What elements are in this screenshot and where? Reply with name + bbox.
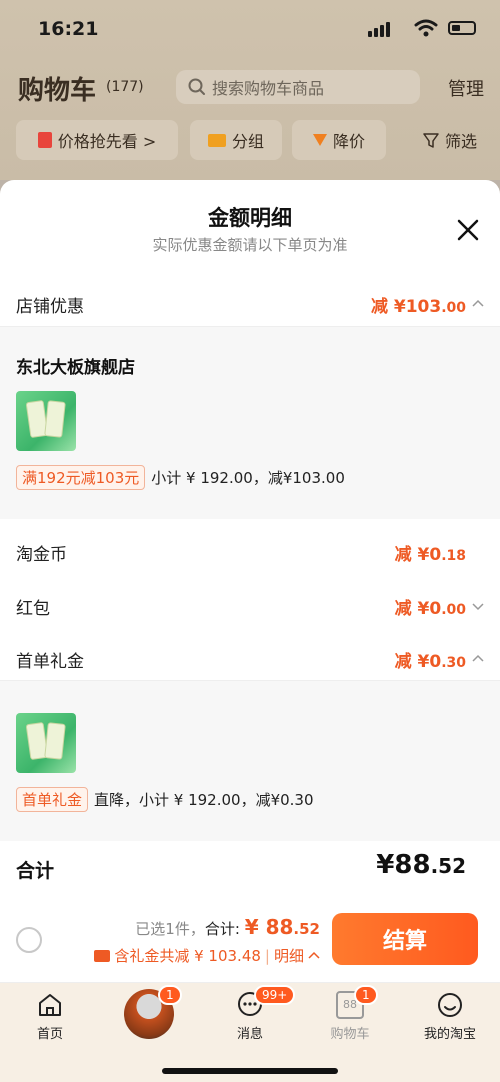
gift-text: 直降，小计 ¥ 192.00，减¥0.30 <box>94 791 314 809</box>
avatar-badge: 1 <box>158 985 182 1005</box>
shop-discount-label: 店铺优惠 <box>16 297 84 317</box>
gift-tag: 首单礼金 <box>16 787 89 812</box>
tab-my-taobao[interactable]: 我的淘宝 <box>400 983 500 1053</box>
filter-button[interactable]: 筛选 <box>400 120 500 160</box>
redpacket-label: 红包 <box>16 599 50 619</box>
tab-cart-label: 购物车 <box>330 1027 370 1042</box>
tab-messages[interactable]: 99+ 消息 <box>200 983 300 1053</box>
sheet-subtitle: 实际优惠金额请以下单页为准 <box>152 236 348 254</box>
amount-detail-sheet: 金额明细 实际优惠金额请以下单页为准 店铺优惠 减 ¥103.00 东北大板旗舰… <box>0 180 500 1082</box>
coins-amount: 减 ¥0.18 <box>394 545 466 565</box>
search-icon <box>188 78 205 95</box>
shop-discount-detail: 东北大板旗舰店 满192元减103元 小计 ¥ 192.00，减¥103.00 <box>0 327 500 519</box>
checkout-bar: 已选1件，合计: ¥ 88.52 含礼金共减 ¥ 103.48 | 明细 结算 <box>0 905 500 981</box>
cart-badge: 1 <box>354 985 378 1005</box>
tab-cart[interactable]: 88 1 购物车 <box>300 983 400 1053</box>
promo-text: 小计 ¥ 192.00，减¥103.00 <box>151 469 345 487</box>
cart-header: 购物车 (177) 搜索购物车商品 管理 <box>0 62 500 112</box>
filter-icon <box>423 133 439 148</box>
total-amount: ¥88.52 <box>376 850 466 880</box>
search-placeholder: 搜索购物车商品 <box>212 79 325 98</box>
status-time: 16:21 <box>38 18 99 40</box>
chevron-up-icon <box>472 299 484 307</box>
redpacket-amount: 减 ¥0.00 <box>394 599 466 619</box>
signal-icon <box>368 22 390 37</box>
tab-home-label: 首页 <box>36 1027 63 1042</box>
tab-messages-label: 消息 <box>236 1027 263 1042</box>
tab-home[interactable]: 首页 <box>0 983 100 1053</box>
shop-name: 东北大板旗舰店 <box>16 358 135 378</box>
filter-group-label: 分组 <box>231 132 264 151</box>
filter-group[interactable]: 分组 <box>190 120 282 160</box>
page-title: 购物车 <box>18 76 97 106</box>
coins-label: 淘金币 <box>16 545 67 565</box>
shop-discount-row[interactable]: 店铺优惠 减 ¥103.00 <box>0 282 500 326</box>
detail-link[interactable]: 明细 <box>274 945 304 966</box>
close-icon[interactable] <box>456 218 480 242</box>
down-arrow-icon <box>312 134 327 146</box>
first-gift-label: 首单礼金 <box>16 652 84 672</box>
filter-label: 筛选 <box>444 132 477 151</box>
smile-icon <box>438 993 462 1017</box>
discount-summary[interactable]: 含礼金共减 ¥ 103.48 | 明细 <box>94 945 320 966</box>
bottom-tab-bar: 首页 1 99+ 消息 88 1 购物车 我的淘宝 <box>0 982 500 1082</box>
filter-price-drop[interactable]: 降价 <box>292 120 386 160</box>
manage-button[interactable]: 管理 <box>448 75 484 101</box>
checkout-button[interactable]: 结算 <box>332 913 478 965</box>
product-thumbnail <box>16 713 76 773</box>
select-all-checkbox[interactable] <box>16 927 42 953</box>
chevron-up-icon <box>308 951 320 959</box>
discount-text: 含礼金共减 ¥ 103.48 <box>114 947 261 965</box>
price-tag-icon <box>37 132 52 148</box>
shop-promo-line: 满192元减103元 小计 ¥ 192.00，减¥103.00 <box>16 465 345 490</box>
status-bar: 16:21 <box>0 0 500 60</box>
product-thumbnail <box>16 391 76 451</box>
tab-my-taobao-label: 我的淘宝 <box>423 1027 476 1042</box>
filter-bar: 价格抢先看 > 分组 降价 筛选 <box>0 120 500 166</box>
first-gift-amount: 减 ¥0.30 <box>394 652 466 672</box>
promo-tag: 满192元减103元 <box>16 465 146 490</box>
home-indicator <box>162 1068 338 1074</box>
shop-discount-amount: 减 ¥103.00 <box>370 297 466 317</box>
sheet-title: 金额明细 <box>208 206 292 230</box>
cart-count: (177) <box>106 79 144 95</box>
first-gift-row[interactable]: 首单礼金 减 ¥0.30 <box>0 637 500 681</box>
filter-price-label: 价格抢先看 > <box>57 132 157 151</box>
checkout-price: ¥ 88.52 <box>244 915 320 939</box>
total-row: 合计 ¥88.52 <box>0 840 500 900</box>
filter-price-drop-label: 降价 <box>332 132 365 151</box>
wifi-icon <box>414 19 438 37</box>
battery-icon <box>448 21 476 35</box>
coupon-icon <box>94 949 111 962</box>
gift-promo-line: 首单礼金 直降，小计 ¥ 192.00，减¥0.30 <box>16 787 314 812</box>
folder-icon <box>207 133 226 147</box>
selected-summary: 已选1件，合计: ¥ 88.52 <box>135 915 320 939</box>
first-gift-detail: 首单礼金 直降，小计 ¥ 192.00，减¥0.30 <box>0 681 500 841</box>
filter-price-first[interactable]: 价格抢先看 > <box>16 120 178 160</box>
coins-row: 淘金币 减 ¥0.18 <box>0 530 500 574</box>
messages-badge: 99+ <box>254 985 296 1005</box>
chevron-up-icon <box>472 654 484 662</box>
redpacket-row[interactable]: 红包 减 ¥0.00 <box>0 584 500 628</box>
total-label: 合计 <box>16 860 55 882</box>
search-input[interactable]: 搜索购物车商品 <box>176 70 420 104</box>
tab-avatar[interactable]: 1 <box>100 983 200 1053</box>
home-icon <box>39 994 61 1016</box>
chevron-down-icon <box>472 603 484 611</box>
